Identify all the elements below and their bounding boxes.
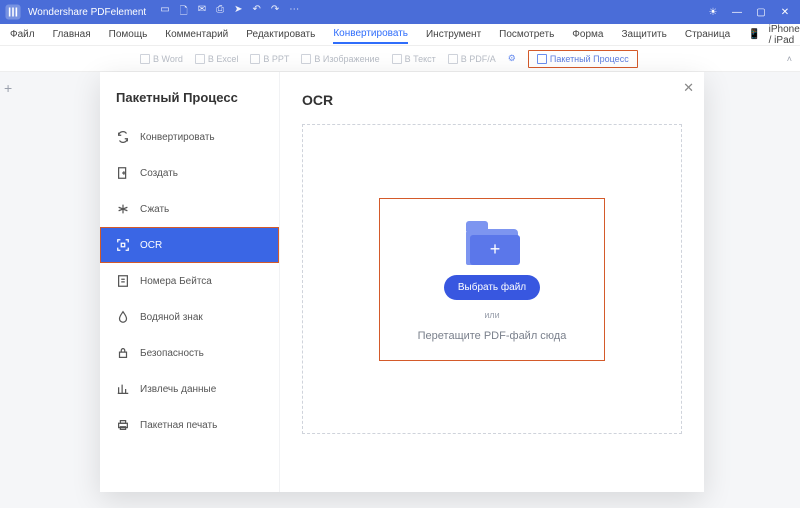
menu-form[interactable]: Форма — [572, 26, 603, 43]
titlebar-quick-actions: ▭ 🗋 ✉ ⎙ ➤ ↶ ↷ ⋯ — [160, 4, 299, 21]
app-logo-icon — [4, 3, 22, 21]
sidebar-item-bates[interactable]: Номера Бейтса — [100, 263, 279, 299]
menu-file[interactable]: Файл — [10, 26, 35, 43]
undo-icon[interactable]: ↶ — [252, 4, 260, 21]
sidebar-item-compress[interactable]: Сжать — [100, 191, 279, 227]
sidebar-item-security[interactable]: Безопасность — [100, 335, 279, 371]
watermark-icon — [116, 310, 130, 324]
mail-icon[interactable]: ✉ — [198, 4, 206, 21]
to-word-button[interactable]: В Word — [140, 54, 183, 64]
bates-icon — [116, 274, 130, 288]
pane-title: OCR — [302, 92, 682, 108]
choose-file-button[interactable]: Выбрать файл — [444, 275, 540, 300]
menu-protect[interactable]: Защитить — [621, 26, 666, 43]
sidebar-item-watermark[interactable]: Водяной знак — [100, 299, 279, 335]
modal-pane: OCR + Выбрать файл или Перетащите PDF-фа… — [280, 72, 704, 492]
to-pdfa-button[interactable]: В PDF/A — [448, 54, 496, 64]
to-ppt-button[interactable]: В PPT — [250, 54, 289, 64]
batch-process-button[interactable]: Пакетный Процесс — [528, 50, 638, 68]
menu-comment[interactable]: Комментарий — [165, 26, 228, 43]
minimize-button[interactable]: — — [730, 7, 744, 18]
sidebar-item-extract[interactable]: Извлечь данные — [100, 371, 279, 407]
more-icon[interactable]: ⋯ — [289, 4, 299, 21]
folder-icon[interactable]: ▭ — [160, 4, 169, 21]
sidebar-item-label: Пакетная печать — [140, 420, 217, 431]
sidebar-item-label: Номера Бейтса — [140, 276, 212, 287]
sidebar-item-label: Безопасность — [140, 348, 204, 359]
menu-help[interactable]: Помощь — [109, 26, 148, 43]
device-icon: 📱 — [748, 29, 760, 40]
collapse-toolbar-icon[interactable]: ˄ — [787, 54, 792, 64]
menu-home[interactable]: Главная — [53, 26, 91, 43]
theme-icon[interactable]: ☀ — [706, 7, 720, 18]
menu-edit[interactable]: Редактировать — [246, 26, 315, 43]
sidebar-item-label: Водяной знак — [140, 312, 203, 323]
to-image-button[interactable]: В Изображение — [301, 54, 379, 64]
batch-process-modal: ✕ Пакетный Процесс Конвертировать Создат… — [100, 72, 704, 492]
close-window-button[interactable]: ✕ — [778, 7, 792, 18]
sidebar-item-label: Создать — [140, 168, 178, 179]
sidebar-item-convert[interactable]: Конвертировать — [100, 119, 279, 155]
create-icon — [116, 166, 130, 180]
folder-plus-icon: + — [464, 221, 520, 265]
menu-view[interactable]: Посмотреть — [499, 26, 554, 43]
menu-convert[interactable]: Конвертировать — [333, 25, 408, 44]
modal-title: Пакетный Процесс — [100, 90, 279, 119]
sidebar-item-label: Извлечь данные — [140, 384, 216, 395]
close-modal-button[interactable]: ✕ — [683, 80, 694, 96]
convert-toolbar: В Word В Excel В PPT В Изображение В Тек… — [0, 46, 800, 72]
compress-icon — [116, 202, 130, 216]
menu-tool[interactable]: Инструмент — [426, 26, 481, 43]
device-label[interactable]: iPhone / iPad — [769, 24, 800, 46]
print-icon[interactable]: ⎙ — [216, 4, 224, 21]
new-doc-icon[interactable]: 🗋 — [180, 4, 188, 21]
maximize-button[interactable]: ▢ — [754, 7, 768, 18]
modal-sidebar: Пакетный Процесс Конвертировать Создать … — [100, 72, 280, 492]
or-text: или — [484, 310, 499, 320]
menubar: Файл Главная Помощь Комментарий Редактир… — [0, 24, 800, 46]
share-icon[interactable]: ➤ — [234, 4, 242, 21]
dropzone-inner: + Выбрать файл или Перетащите PDF-файл с… — [379, 198, 605, 361]
titlebar: Wondershare PDFelement ▭ 🗋 ✉ ⎙ ➤ ↶ ↷ ⋯ ☀… — [0, 0, 800, 24]
dropzone[interactable]: + Выбрать файл или Перетащите PDF-файл с… — [302, 124, 682, 434]
ocr-icon — [116, 238, 130, 252]
print-icon — [116, 418, 130, 432]
redo-icon[interactable]: ↷ — [271, 4, 279, 21]
sidebar-item-ocr[interactable]: OCR — [100, 227, 279, 263]
sidebar-item-label: Сжать — [140, 204, 169, 215]
menu-page[interactable]: Страница — [685, 26, 730, 43]
sidebar-item-print[interactable]: Пакетная печать — [100, 407, 279, 443]
settings-icon[interactable]: ⚙ — [508, 53, 516, 64]
sidebar-item-label: Конвертировать — [140, 132, 215, 143]
sidebar-item-create[interactable]: Создать — [100, 155, 279, 191]
sidebar-item-label: OCR — [140, 240, 162, 251]
extract-icon — [116, 382, 130, 396]
to-excel-button[interactable]: В Excel — [195, 54, 239, 64]
convert-icon — [116, 130, 130, 144]
drag-hint: Перетащите PDF-файл сюда — [418, 330, 567, 342]
to-text-button[interactable]: В Текст — [392, 54, 436, 64]
app-title: Wondershare PDFelement — [28, 7, 146, 18]
lock-icon — [116, 346, 130, 360]
new-tab-button[interactable]: + — [4, 80, 12, 96]
